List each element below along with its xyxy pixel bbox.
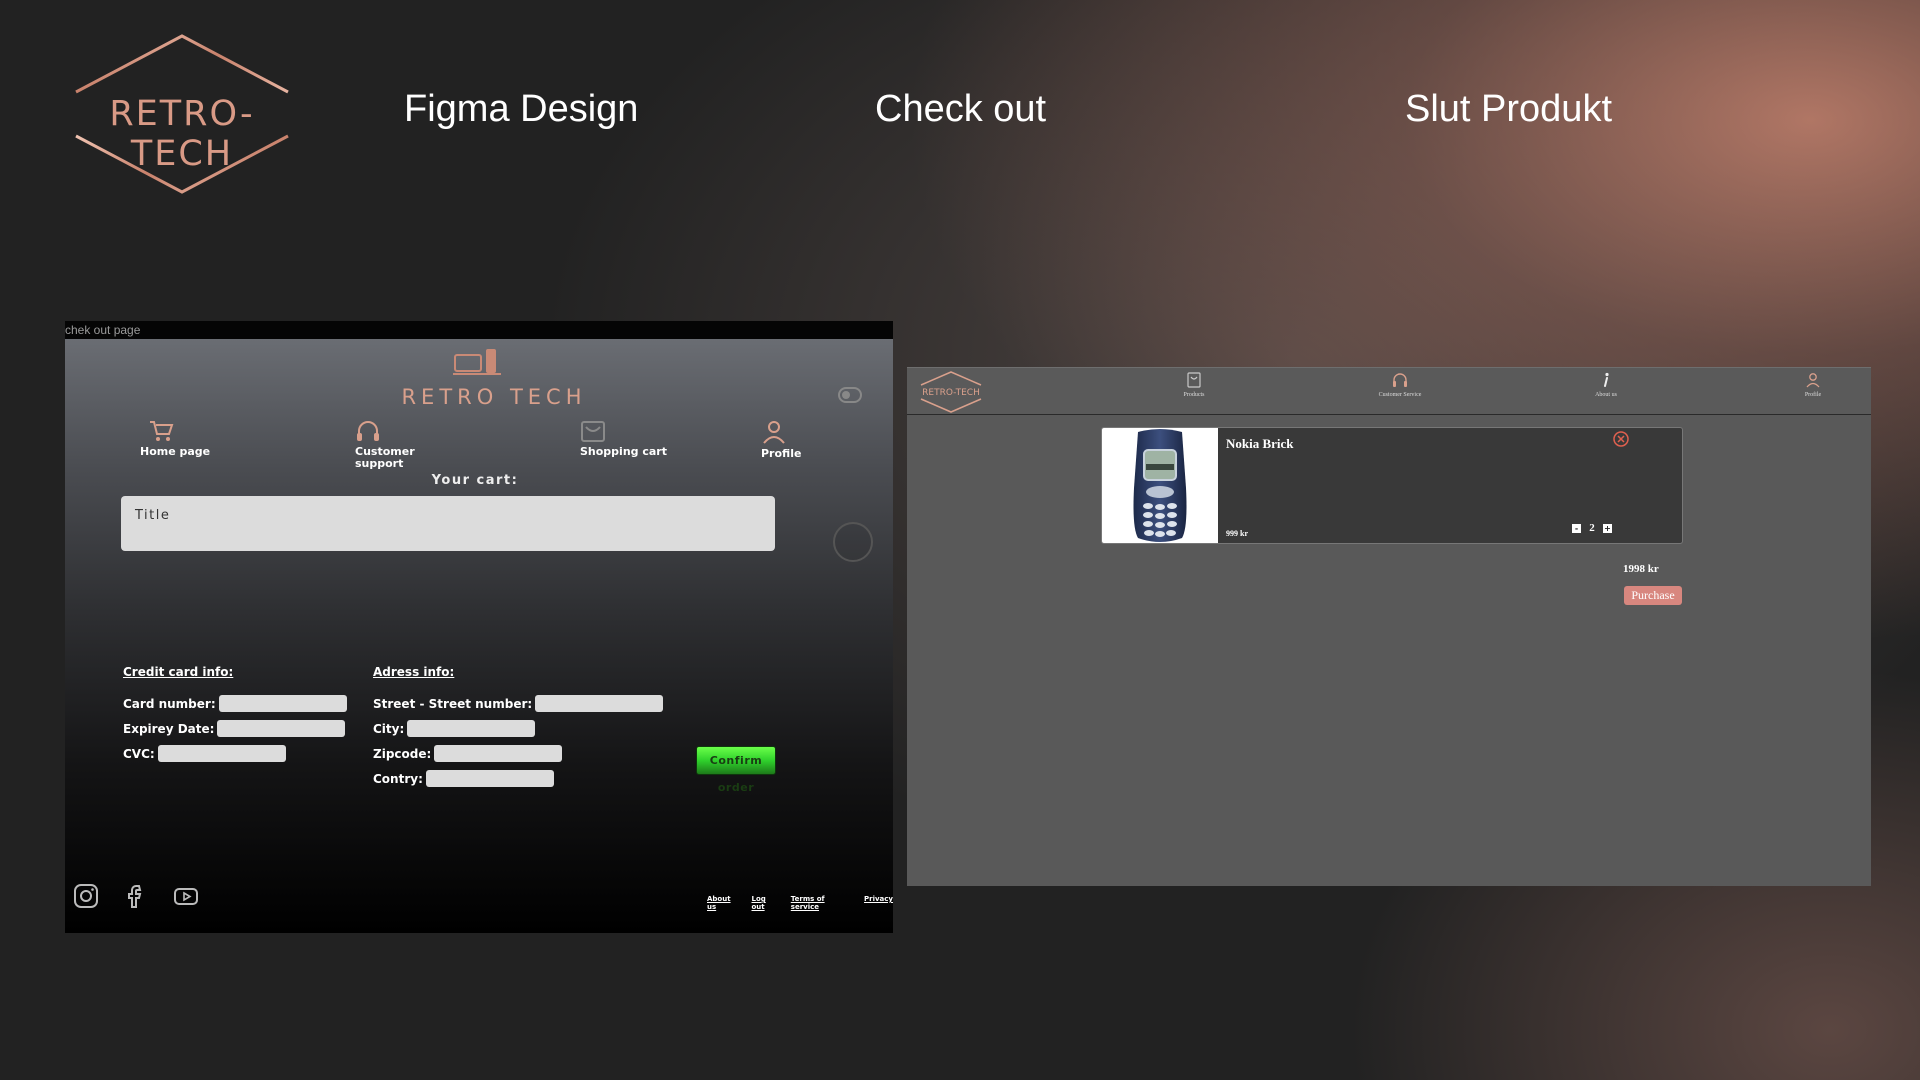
purchase-button[interactable]: Purchase	[1624, 586, 1682, 605]
nav-profile[interactable]: Profile	[761, 419, 801, 460]
quantity-stepper: - 2 +	[1572, 522, 1612, 534]
cart-item-title-box: Title	[121, 496, 775, 551]
country-label: Contry:	[373, 771, 423, 786]
nav-customer-support[interactable]: Customer support	[355, 419, 415, 470]
final-nav-products[interactable]: Products	[1154, 372, 1234, 398]
final-nav-profile[interactable]: Profile	[1773, 372, 1853, 398]
final-checkout-frame: RETRO-TECH Products Customer Service Abo…	[907, 367, 1871, 886]
shopping-bag-icon	[581, 421, 605, 442]
figma-design-heading: Figma Design	[404, 88, 639, 130]
info-icon	[1604, 372, 1609, 387]
final-nav-about-us[interactable]: About us	[1566, 372, 1646, 398]
checkout-heading: Check out	[875, 88, 1047, 130]
street-field[interactable]	[535, 695, 664, 712]
final-nav-profile-label: Profile	[1804, 392, 1822, 398]
credit-card-form: Credit card info: Card number: Expirey D…	[123, 665, 347, 766]
cvc-label: CVC:	[123, 746, 155, 761]
final-nav-service-label: Customer Service	[1378, 392, 1422, 398]
round-logo-icon	[833, 522, 873, 562]
facebook-icon[interactable]	[123, 883, 149, 909]
phone-icon	[1133, 429, 1187, 542]
card-number-field[interactable]	[218, 695, 347, 712]
remove-item-icon[interactable]	[1612, 430, 1630, 448]
cart-item-card: Nokia Brick 999 kr - 2 +	[1101, 427, 1683, 544]
footer-terms-link[interactable]: Terms of service	[791, 895, 854, 911]
final-logo[interactable]: RETRO-TECH	[915, 370, 987, 414]
quantity-value: 2	[1589, 522, 1595, 534]
final-nav-customer-service[interactable]: Customer Service	[1360, 372, 1440, 398]
final-nav-products-label: Products	[1183, 392, 1205, 398]
final-navbar: RETRO-TECH Products Customer Service Abo…	[907, 368, 1871, 415]
address-form: Adress info: Street - Street number: Cit…	[373, 665, 664, 791]
headphones-icon	[1393, 373, 1407, 387]
nav-home-label: Home page	[140, 445, 211, 458]
retro-device-icon	[453, 349, 501, 375]
footer-logout-link[interactable]: Log out	[751, 895, 780, 911]
footer-privacy-link[interactable]: Privacy	[864, 895, 893, 911]
footer-about-link[interactable]: About us	[707, 895, 741, 911]
product-name: Nokia Brick	[1226, 436, 1294, 451]
figma-checkout-frame: chek out page RETRO TECH Home page Custo…	[65, 321, 893, 933]
expiry-date-field[interactable]	[217, 720, 346, 737]
country-field[interactable]	[425, 770, 554, 787]
nav-shopping-cart[interactable]: Shopping cart	[580, 419, 667, 458]
increment-button[interactable]: +	[1603, 523, 1612, 533]
brand-name: RETRO-TECH	[109, 94, 255, 174]
address-heading: Adress info:	[373, 665, 455, 679]
street-label: Street - Street number:	[373, 696, 533, 711]
your-cart-heading: Your cart:	[431, 473, 519, 488]
nokia-phone-image	[1102, 428, 1218, 543]
nav-home-page[interactable]: Home page	[140, 419, 210, 458]
city-label: City:	[373, 721, 405, 736]
confirm-order-button[interactable]: Confirm order	[696, 746, 776, 794]
zipcode-label: Zipcode:	[373, 746, 432, 761]
credit-card-heading: Credit card info:	[123, 665, 234, 679]
user-icon	[1806, 373, 1820, 388]
retro-tech-logo: RETRO-TECH	[62, 34, 302, 194]
final-nav-about-label: About us	[1595, 392, 1617, 398]
frame-label: chek out page	[65, 321, 893, 339]
card-number-label: Card number:	[123, 696, 216, 711]
cart-icon	[150, 421, 174, 441]
final-logo-text: RETRO-TECH	[922, 388, 980, 398]
product-price: 999 kr	[1226, 529, 1248, 538]
cvc-field[interactable]	[157, 745, 286, 762]
bag-icon	[1187, 372, 1201, 388]
nav-profile-label: Profile	[761, 447, 802, 460]
zipcode-field[interactable]	[434, 745, 563, 762]
figma-checkout-page: RETRO TECH Home page Customer support Sh…	[65, 339, 893, 933]
user-icon	[763, 421, 785, 444]
decrement-button[interactable]: -	[1572, 523, 1581, 533]
youtube-icon[interactable]	[173, 883, 199, 909]
expiry-date-label: Expirey Date:	[123, 721, 215, 736]
figma-logo-text: RETRO TECH	[401, 385, 587, 409]
footer-links: About us Log out Terms of service Privac…	[707, 895, 893, 911]
nav-cart-label: Shopping cart	[580, 445, 667, 458]
cart-total: 1998 kr	[1623, 563, 1659, 575]
final-product-heading: Slut Produkt	[1405, 88, 1612, 130]
nav-support-label: Customer support	[355, 445, 415, 470]
city-field[interactable]	[407, 720, 536, 737]
headphones-icon	[357, 421, 379, 441]
hexagon-logo-icon: RETRO-TECH	[920, 371, 982, 413]
theme-toggle-icon[interactable]	[838, 387, 862, 403]
instagram-icon[interactable]	[73, 883, 99, 909]
